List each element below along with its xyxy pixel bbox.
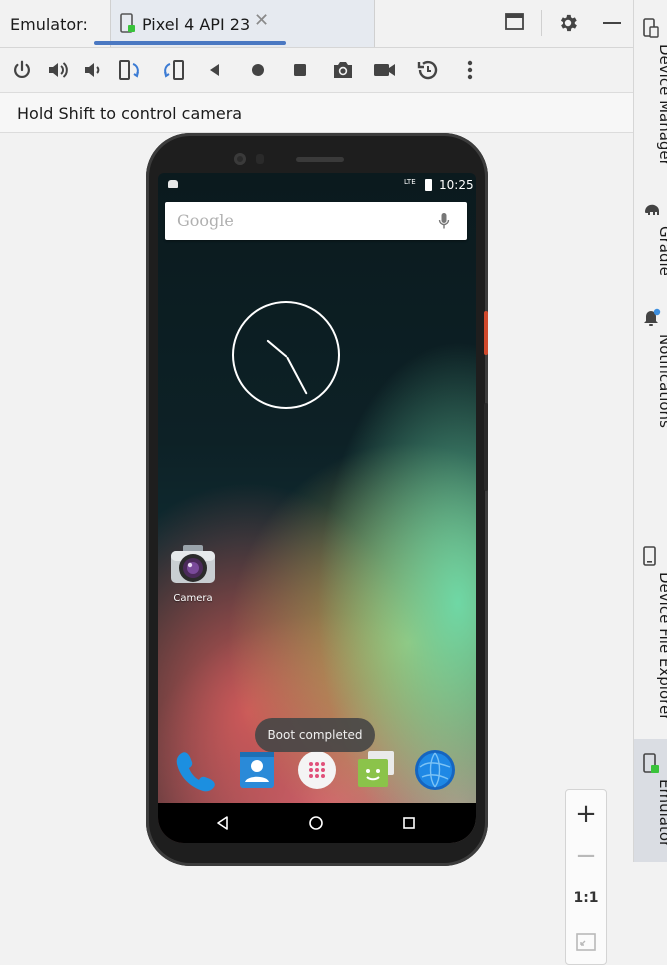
device-screen[interactable]: LTE 10:25 Google Camera Boot completed [158, 173, 476, 843]
sidebar-item-label: Emulator [656, 779, 667, 848]
google-search-bar[interactable]: Google [165, 202, 467, 240]
home-icon[interactable] [245, 57, 271, 83]
camera-app-label: Camera [173, 593, 213, 604]
status-time: 10:25 [439, 178, 474, 192]
sidebar-item-device-manager[interactable]: Device Manager [634, 14, 667, 174]
separator [541, 10, 542, 36]
zoom-controls: + − 1:1 [565, 789, 607, 965]
camera-app-icon [171, 545, 215, 583]
sidebar-item-device-file-explorer[interactable]: Device File Explorer [634, 544, 667, 724]
android-navigation-bar [158, 803, 476, 843]
gear-icon[interactable] [557, 12, 579, 38]
status-bar: LTE 10:25 [158, 173, 476, 197]
lte-indicator: LTE [404, 178, 416, 186]
volume-side-button[interactable] [484, 403, 488, 491]
front-camera [234, 153, 246, 165]
rotate-right-icon[interactable] [161, 57, 187, 83]
bell-icon [643, 308, 661, 332]
android-notification-icon [168, 180, 178, 188]
power-side-button[interactable] [484, 311, 488, 355]
app-drawer-icon[interactable] [294, 747, 340, 793]
boot-completed-toast: Boot completed [255, 718, 375, 752]
more-icon[interactable] [457, 57, 483, 83]
emulator-icon [643, 753, 661, 779]
emulator-toolbar [0, 48, 633, 93]
rotate-left-icon[interactable] [117, 57, 143, 83]
sidebar-item-label: Device Manager [656, 44, 667, 166]
sidebar-item-label: Device File Explorer [656, 572, 667, 721]
volume-down-icon[interactable] [80, 57, 106, 83]
app-icon-camera[interactable]: Camera [168, 543, 218, 604]
sidebar-item-notifications[interactable]: Notifications [634, 306, 667, 436]
elephant-icon [643, 202, 661, 222]
minute-hand [286, 356, 308, 395]
back-icon[interactable] [202, 57, 228, 83]
microphone-icon[interactable] [438, 212, 450, 234]
app-dock [158, 743, 476, 803]
device-tab-icon [119, 13, 137, 39]
tab-pixel-4-api-23[interactable]: Pixel 4 API 23 ✕ [110, 0, 375, 47]
messaging-app-icon[interactable] [354, 747, 400, 793]
zoom-in-button[interactable]: + [566, 794, 606, 834]
emulator-tool-window-header: Emulator: Pixel 4 API 23 ✕ [0, 0, 633, 48]
tab-label: Pixel 4 API 23 [142, 15, 251, 34]
tool-window-title: Emulator: [10, 15, 88, 34]
hour-hand [266, 339, 288, 358]
device-frame: LTE 10:25 Google Camera Boot completed [146, 133, 488, 866]
analog-clock-widget[interactable] [232, 301, 340, 409]
sidebar-item-label: Gradle [656, 226, 667, 276]
right-tool-window-bar: Device Manager Gradle Notifications Devi… [633, 0, 667, 862]
nav-back-icon[interactable] [211, 811, 235, 835]
sidebar-item-label: Notifications [656, 334, 667, 428]
search-placeholder: Google [177, 211, 234, 230]
volume-up-icon[interactable] [45, 57, 71, 83]
browser-app-icon[interactable] [412, 747, 458, 793]
tab-close-icon[interactable]: ✕ [254, 12, 269, 30]
sidebar-item-emulator[interactable]: Emulator [634, 739, 667, 862]
fit-screen-icon[interactable] [566, 922, 606, 962]
device-manager-icon [643, 18, 659, 42]
emulator-display-area: LTE 10:25 Google Camera Boot completed +… [0, 133, 633, 965]
contacts-app-icon[interactable] [234, 747, 280, 793]
window-layout-icon[interactable] [504, 12, 526, 36]
camera-hint-text: Hold Shift to control camera [17, 104, 243, 123]
sidebar-item-gradle[interactable]: Gradle [634, 198, 667, 278]
camera-hint-bar: Hold Shift to control camera [0, 93, 633, 133]
nav-overview-icon[interactable] [397, 811, 421, 835]
power-icon[interactable] [9, 57, 35, 83]
screenshot-icon[interactable] [330, 57, 356, 83]
sensor [256, 154, 264, 164]
snapshot-icon[interactable] [415, 57, 441, 83]
earpiece-speaker [296, 157, 344, 162]
actual-size-button[interactable]: 1:1 [566, 878, 606, 918]
active-tab-indicator [94, 41, 286, 45]
nav-home-icon[interactable] [304, 811, 328, 835]
device-file-explorer-icon [643, 546, 657, 570]
zoom-out-button[interactable]: − [566, 836, 606, 876]
screenrecord-icon[interactable] [372, 57, 398, 83]
battery-icon [425, 179, 432, 191]
overview-icon[interactable] [287, 57, 313, 83]
minimize-icon[interactable] [601, 13, 623, 37]
phone-app-icon[interactable] [172, 747, 218, 793]
